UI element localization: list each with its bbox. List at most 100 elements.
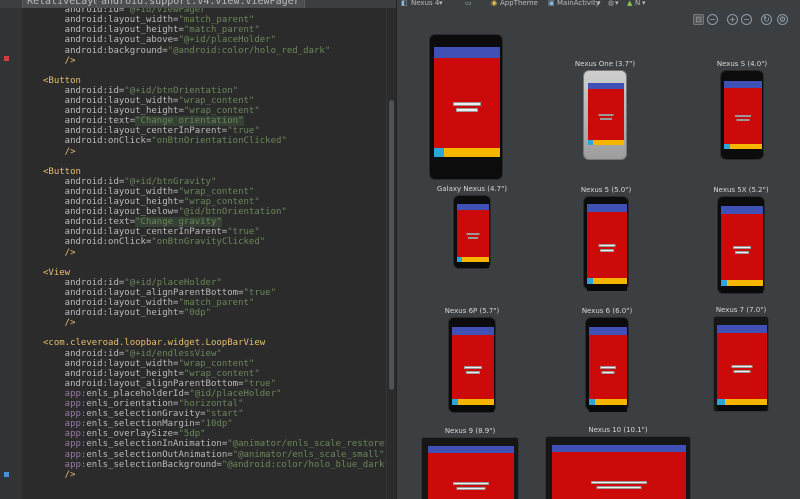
code-line[interactable]: />: [43, 56, 76, 66]
code-line[interactable]: android:background="@android:color/holo_…: [43, 45, 331, 56]
device-preview-nexus-s[interactable]: Nexus S (4.0"): [717, 60, 767, 160]
zoom-to-fit-icon[interactable]: ⊡: [693, 14, 704, 25]
device-preview-nexus-5[interactable]: Nexus 5 (5.0"): [581, 186, 631, 291]
device-preview-nexus-10[interactable]: Nexus 10 (10.1"): [545, 426, 691, 499]
code-line[interactable]: android:layout_width="wrap_content": [43, 187, 255, 197]
device-preview-nexus-7[interactable]: Nexus 7 (7.0"): [713, 306, 769, 412]
code-token: />: [43, 318, 76, 329]
error-marker-icon[interactable]: [4, 56, 9, 61]
device-label: Nexus 10 (10.1"): [588, 426, 648, 434]
settings-icon[interactable]: ⚙: [777, 14, 788, 25]
code-line[interactable]: android:layout_height="wrap_content": [43, 106, 260, 116]
zoom-actual-icon[interactable]: −: [707, 14, 718, 25]
activity-selector[interactable]: MainActivity: [557, 0, 600, 8]
refresh-icon[interactable]: ↻: [761, 14, 772, 25]
nav-bar: [589, 405, 627, 412]
code-line[interactable]: android:layout_height="0dp": [43, 308, 211, 318]
code-line[interactable]: android:layout_height="wrap_content": [43, 369, 260, 379]
change-gravity-button: [600, 118, 612, 120]
code-line[interactable]: app:enls_selectionBackground="@android:c…: [43, 460, 390, 470]
code-line[interactable]: android:text="Change gravity": [43, 217, 222, 228]
code-line[interactable]: app:enls_selectionMargin="10dp": [43, 419, 233, 429]
code-line[interactable]: app:enls_selectionInAnimation="@animator…: [43, 439, 390, 449]
device-preview-nexus-9[interactable]: Nexus 9 (8.9"): [421, 427, 519, 499]
code-line[interactable]: android:text="Change orientation": [43, 116, 244, 127]
code-line[interactable]: />: [43, 147, 76, 157]
code-line[interactable]: android:onClick="onBtnOrientationClicked…: [43, 136, 287, 146]
code-line[interactable]: android:id="@+id/endlessView": [43, 349, 222, 359]
theme-selector[interactable]: AppTheme: [500, 0, 538, 8]
code-token: "@animator/enls_scale_small": [232, 449, 385, 460]
device-screen: [428, 446, 514, 499]
device-screen: [589, 327, 627, 405]
code-line[interactable]: />: [43, 318, 76, 328]
code-line[interactable]: <com.cleveroad.loopbar.widget.LoopBarVie…: [43, 338, 265, 348]
change-orientation-button: [733, 246, 751, 249]
color-marker-icon[interactable]: [4, 472, 9, 477]
code-line[interactable]: app:enls_overlaySize="5dp": [43, 429, 206, 439]
device-preview-nexus-6p[interactable]: Nexus 6P (5.7"): [445, 307, 499, 413]
theme-icon[interactable]: ◉: [491, 0, 497, 8]
code-line[interactable]: android:layout_centerInParent="true": [43, 126, 260, 136]
code-token: app:: [43, 449, 87, 460]
code-line[interactable]: android:layout_above="@+id/placeHolder": [43, 35, 276, 45]
orientation-icon[interactable]: ▭: [465, 0, 472, 8]
change-orientation-button: [600, 366, 616, 369]
globe-icon[interactable]: ◍: [608, 0, 614, 8]
activity-icon[interactable]: ▣: [548, 0, 555, 8]
code-token: android:layout_height=: [43, 368, 184, 379]
code-line[interactable]: app:enls_orientation="horizontal": [43, 399, 244, 409]
zoom-in-icon[interactable]: +: [727, 14, 738, 25]
code-token: "match_parent": [183, 25, 260, 36]
code-token: app:: [43, 409, 87, 420]
code-token: android:layout_centerInParent=: [43, 227, 228, 238]
code-token: "onBtnGravityClicked": [151, 237, 266, 248]
device-preview-galaxy-nexus[interactable]: Galaxy Nexus (4.7"): [437, 185, 507, 269]
code-line[interactable]: android:layout_width="match_parent": [43, 298, 255, 308]
code-line[interactable]: android:layout_below="@id/btnOrientation…: [43, 207, 287, 217]
editor-scrollbar[interactable]: [389, 100, 394, 390]
device-preview-nexus-4[interactable]: [429, 34, 503, 180]
code-editor[interactable]: <android.support.v4.view.ViewPager andro…: [0, 0, 396, 499]
change-gravity-button: [600, 249, 614, 252]
code-line[interactable]: android:id="@+id/placeHolder": [43, 278, 222, 288]
device-selector[interactable]: Nexus 4: [411, 0, 439, 8]
code-token: android:layout_alignParentBottom=: [43, 287, 244, 298]
device-preview-nexus-5x[interactable]: Nexus 5X (5.2"): [713, 186, 769, 294]
code-token: "Change orientation": [135, 116, 244, 127]
code-line[interactable]: app:enls_selectionGravity="start": [43, 409, 244, 419]
code-token: "wrap_content": [183, 106, 260, 117]
code-line[interactable]: android:layout_width="wrap_content": [43, 359, 255, 369]
code-line[interactable]: app:enls_placeholderId="@id/placeHolder": [43, 389, 282, 399]
code-line[interactable]: android:layout_centerInParent="true": [43, 227, 260, 237]
code-line[interactable]: android:id="@+id/btnGravity": [43, 177, 217, 187]
code-token: "@+id/placeHolder": [124, 277, 222, 288]
code-line[interactable]: android:layout_alignParentBottom="true": [43, 288, 276, 298]
device-label: Nexus S (4.0"): [716, 60, 768, 68]
app-bar: [724, 81, 762, 88]
code-line[interactable]: android:layout_width="match_parent": [43, 15, 255, 25]
code-line[interactable]: android:id="@+id/btnOrientation": [43, 86, 238, 96]
code-line[interactable]: android:layout_height="wrap_content": [43, 197, 260, 207]
device-icon[interactable]: ◧: [401, 0, 408, 8]
device-preview-nexus-6[interactable]: Nexus 6 (6.0"): [582, 307, 632, 412]
code-line[interactable]: />: [43, 470, 76, 480]
code-line[interactable]: <Button: [43, 167, 81, 177]
zoom-out-icon[interactable]: −: [741, 14, 752, 25]
breadcrumb-item-viewpager[interactable]: android.support.v4.view.ViewPager: [96, 0, 305, 8]
code-line[interactable]: <Button: [43, 76, 81, 86]
code-line[interactable]: <View: [43, 268, 70, 278]
code-line[interactable]: android:onClick="onBtnGravityClicked": [43, 237, 266, 248]
code-line[interactable]: android:layout_width="wrap_content": [43, 96, 255, 106]
code-line[interactable]: app:enls_selectionOutAnimation="@animato…: [43, 449, 385, 460]
android-icon[interactable]: ▲: [627, 0, 632, 8]
code-token: "@android:color/holo_red_dark": [167, 45, 331, 56]
code-token: "true": [227, 126, 260, 137]
code-line[interactable]: android:layout_height="match_parent": [43, 25, 260, 35]
code-token: android:background=: [43, 45, 168, 56]
code-token: "0dp": [183, 308, 211, 319]
api-selector[interactable]: N: [635, 0, 640, 8]
device-preview-nexus-one[interactable]: Nexus One (3.7"): [575, 60, 635, 160]
code-line[interactable]: android:layout_alignParentBottom="true": [43, 379, 276, 389]
code-line[interactable]: />: [43, 248, 76, 258]
